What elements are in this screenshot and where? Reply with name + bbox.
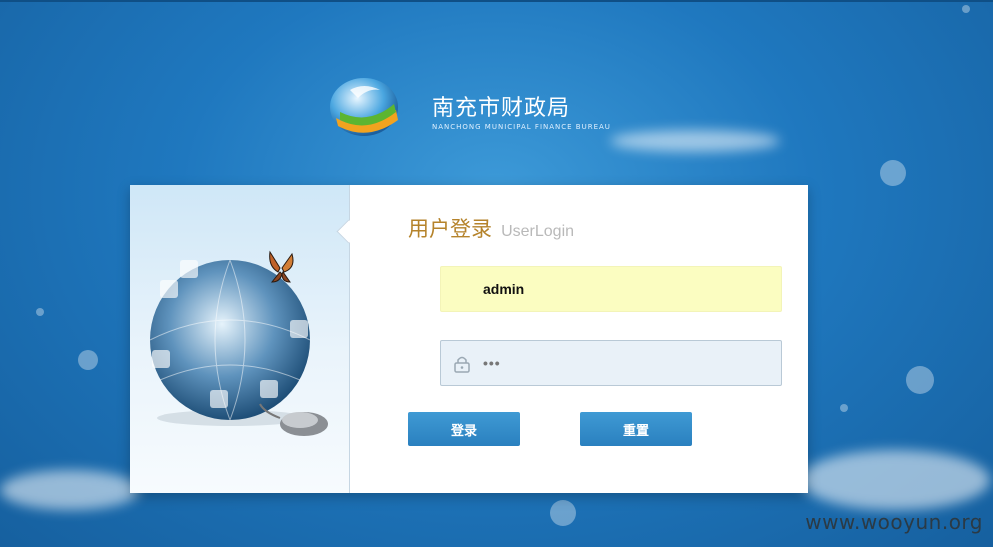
username-field[interactable] <box>440 266 782 312</box>
illustration-panel <box>130 185 350 493</box>
watermark: www.wooyun.org <box>805 510 983 534</box>
globe-logo-icon <box>330 78 398 136</box>
reset-button[interactable]: 重置 <box>580 412 692 446</box>
cloud <box>0 470 140 510</box>
login-title-chinese: 用户登录 <box>408 217 492 241</box>
password-input[interactable]: ••• <box>483 341 763 385</box>
bokeh-light <box>962 5 970 13</box>
login-title-english: UserLogin <box>501 223 575 240</box>
bokeh-light <box>36 308 44 316</box>
login-title: 用户登录 UserLogin <box>408 213 574 243</box>
site-header: 南充市财政局 NANCHONG MUNICIPAL FINANCE BUREAU <box>328 76 610 146</box>
password-field[interactable]: ••• <box>440 340 782 386</box>
puzzle-globe-illustration <box>149 250 328 436</box>
login-button[interactable]: 登录 <box>408 412 520 446</box>
lock-icon <box>454 356 470 373</box>
login-panel: 用户登录 UserLogin ••• 登录 重置 <box>130 185 808 493</box>
organization-name-english: NANCHONG MUNICIPAL FINANCE BUREAU <box>432 123 611 131</box>
bokeh-light <box>78 350 98 370</box>
bokeh-light <box>906 366 934 394</box>
username-input[interactable] <box>483 267 763 311</box>
cloud <box>610 130 780 152</box>
bokeh-light <box>840 404 848 412</box>
bokeh-light <box>880 160 906 186</box>
organization-name: 南充市财政局 <box>432 96 571 121</box>
top-border <box>0 0 993 2</box>
bokeh-light <box>550 500 576 526</box>
cloud <box>800 450 990 510</box>
